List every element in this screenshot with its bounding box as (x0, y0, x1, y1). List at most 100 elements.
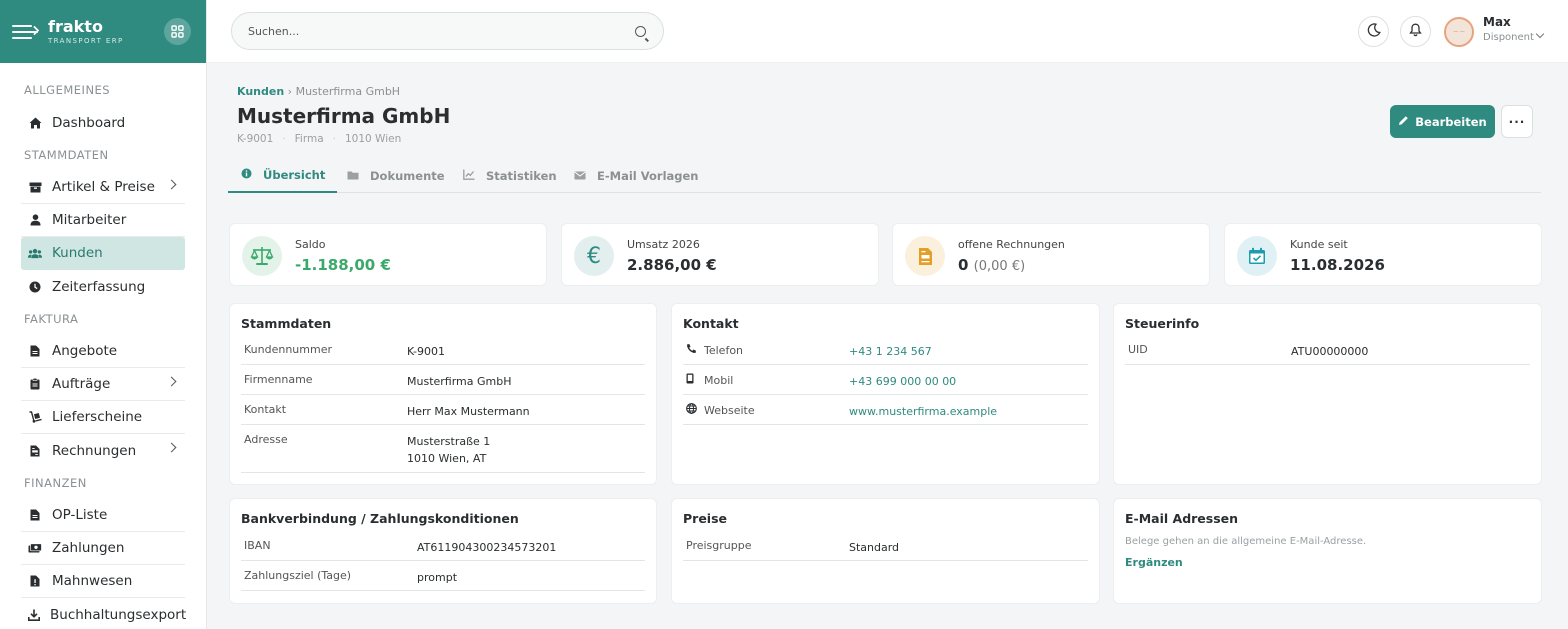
file-warning-icon (28, 575, 42, 587)
sidebar-item-label: Lieferscheine (52, 409, 143, 425)
stat-value-offen: 0 (0,00 €) (958, 256, 1025, 274)
dark-mode-toggle[interactable] (1358, 16, 1389, 47)
breadcrumb: Kunden › Musterfirma GmbH (237, 85, 400, 98)
breadcrumb-current: Musterfirma GmbH (295, 85, 401, 98)
sidebar-item-angebote[interactable]: Angebote (21, 335, 185, 368)
row-key: Telefon (686, 343, 743, 357)
section-allgemeines: ALLGEMEINES (24, 83, 111, 97)
row-key: Kundennummer (244, 343, 332, 356)
stat-card-offene-rechnungen: offene Rechnungen 0 (0,00 €) (892, 223, 1210, 286)
sidebar-item-auftraege[interactable]: Aufträge (21, 368, 185, 401)
clipboard-icon (28, 378, 42, 390)
row-value: ATU00000000 (1291, 345, 1369, 358)
more-actions-button[interactable]: ··· (1501, 105, 1533, 138)
info-row: Zahlungsziel (Tage) prompt (241, 561, 645, 591)
chevron-right-icon (166, 376, 177, 387)
globe-icon (686, 403, 699, 417)
sidebar-item-lieferscheine[interactable]: Lieferscheine (21, 401, 185, 434)
edit-button-label: Bearbeiten (1415, 114, 1487, 129)
user-icon (28, 214, 42, 226)
row-key: Mobil (686, 373, 733, 387)
logo[interactable]: frakto TRANSPORT ERP (48, 17, 124, 46)
user-name[interactable]: Max (1483, 15, 1511, 29)
row-value: Standard (849, 541, 900, 554)
menu-toggle-icon[interactable] (12, 23, 40, 41)
bell-icon (1409, 22, 1422, 41)
card-title: E-Mail Adressen (1125, 511, 1239, 526)
user-role[interactable]: Disponent (1483, 29, 1545, 43)
sidebar-item-kunden[interactable]: Kunden (21, 237, 185, 270)
tab-email-vorlagen[interactable]: E-Mail Vorlagen (574, 159, 698, 193)
card-stammdaten: Stammdaten Kundennummer K-9001 Firmennam… (229, 303, 657, 485)
file-icon (28, 509, 42, 521)
search-input[interactable] (232, 13, 612, 49)
clock-icon (28, 281, 42, 293)
sidebar-item-zeiterfassung[interactable]: Zeiterfassung (21, 270, 185, 303)
tab-dokumente[interactable]: Dokumente (347, 159, 445, 193)
customer-number: K-9001 (237, 133, 274, 145)
row-key: Firmenname (244, 373, 313, 386)
card-email-adressen: E-Mail Adressen Belege gehen an die allg… (1113, 498, 1542, 604)
row-key: Kontakt (244, 403, 287, 416)
stat-label: Saldo (295, 238, 326, 251)
tab-uebersicht[interactable]: Übersicht (228, 159, 338, 193)
envelope-icon (574, 169, 586, 183)
phone-link[interactable]: +43 1 234 567 (849, 343, 932, 360)
moon-icon (1367, 22, 1381, 41)
customer-type: Firma (294, 133, 324, 145)
edit-button[interactable]: Bearbeiten (1390, 105, 1495, 138)
tab-label: Übersicht (263, 168, 326, 182)
notifications-button[interactable] (1400, 16, 1431, 47)
info-row: Telefon +43 1 234 567 (683, 335, 1088, 365)
website-link[interactable]: www.musterfirma.example (849, 403, 997, 420)
chevron-right-icon (166, 179, 177, 190)
row-key-label: Webseite (704, 404, 755, 417)
row-value: Musterstraße 1 1010 Wien, AT (407, 433, 490, 467)
row-value: K-9001 (407, 345, 446, 358)
sidebar-item-mitarbeiter[interactable]: Mitarbeiter (21, 204, 185, 237)
sidebar-item-zahlungen[interactable]: Zahlungen (21, 532, 185, 565)
info-row: Webseite www.musterfirma.example (683, 395, 1088, 425)
open-invoice-amount: (0,00 €) (973, 259, 1026, 274)
info-row: Kontakt Herr Max Mustermann (241, 395, 645, 425)
stat-card-kunde-seit: Kunde seit 11.08.2026 (1224, 223, 1542, 286)
sidebar-item-artikel-preise[interactable]: Artikel & Preise (21, 171, 185, 204)
topbar: — — Max Disponent (207, 0, 1568, 63)
sidebar-item-op-liste[interactable]: OP-Liste (21, 499, 185, 532)
info-row: UID ATU00000000 (1125, 335, 1530, 365)
card-steuerinfo: Steuerinfo UID ATU00000000 (1113, 303, 1542, 485)
row-value: Musterfirma GmbH (407, 375, 512, 388)
sidebar-item-mahnwesen[interactable]: Mahnwesen (21, 565, 185, 598)
customer-meta: K-9001 · Firma · 1010 Wien (237, 133, 402, 145)
tab-statistiken[interactable]: Statistiken (463, 159, 557, 193)
sidebar-item-label: Kunden (52, 245, 103, 261)
stat-label: Umsatz 2026 (627, 238, 700, 251)
card-title: Steuerinfo (1125, 316, 1200, 331)
download-icon (28, 609, 40, 621)
euro-icon: € (574, 236, 614, 276)
sidebar-item-rechnungen[interactable]: Rechnungen (21, 434, 185, 467)
add-email-link[interactable]: Ergänzen (1125, 556, 1183, 569)
mobile-link[interactable]: +43 699 000 00 00 (849, 373, 956, 390)
main-content: Kunden › Musterfirma GmbH Musterfirma Gm… (207, 63, 1568, 629)
card-bankverbindung: Bankverbindung / Zahlungskonditionen IBA… (229, 498, 657, 604)
chevron-down-icon (1535, 29, 1545, 39)
brand-header: frakto TRANSPORT ERP (0, 0, 206, 63)
tab-bar: Übersicht Dokumente Statistiken E-Mail V… (228, 159, 1541, 193)
calendar-check-icon (1237, 236, 1277, 276)
app-grid-icon[interactable] (164, 18, 191, 45)
file-icon (28, 345, 42, 357)
search-icon[interactable] (635, 26, 646, 37)
info-row: Preisgruppe Standard (683, 531, 1088, 561)
row-key: Webseite (686, 403, 755, 417)
sidebar-item-label: Zahlungen (52, 540, 125, 556)
folder-icon (347, 169, 359, 183)
sidebar-item-label: Buchhaltungsexport (50, 606, 187, 623)
balance-scale-icon (242, 236, 282, 276)
sidebar-item-buchhaltungsexport[interactable]: Buchhaltungsexport (21, 598, 187, 629)
avatar[interactable]: — — (1444, 17, 1474, 47)
row-key-label: Telefon (704, 344, 744, 357)
breadcrumb-kunden[interactable]: Kunden (237, 85, 284, 98)
sidebar-item-dashboard[interactable]: Dashboard (21, 106, 185, 139)
pencil-icon (1398, 115, 1409, 129)
